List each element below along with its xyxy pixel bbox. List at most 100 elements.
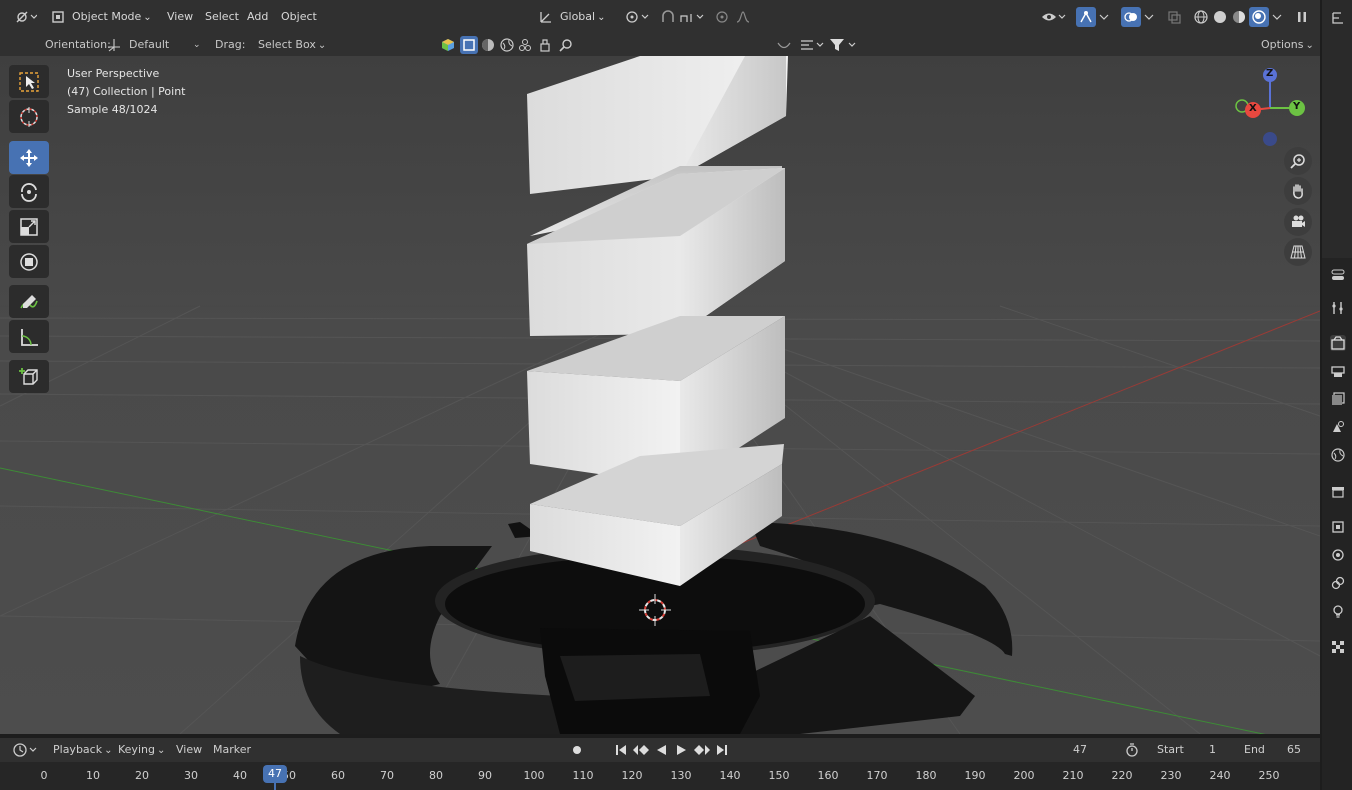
- jump-to-start-icon[interactable]: [614, 743, 628, 757]
- collection-info-label: (47) Collection | Point: [67, 85, 186, 98]
- start-frame-field[interactable]: 1: [1209, 743, 1216, 756]
- xray-toggle-icon[interactable]: [1166, 9, 1182, 25]
- search-icon[interactable]: [558, 37, 574, 53]
- timeline-tick-label: 240: [1209, 769, 1231, 782]
- current-frame-field[interactable]: 47: [1073, 743, 1087, 756]
- object-properties-icon[interactable]: [1330, 519, 1346, 535]
- shading-ball-icon[interactable]: [480, 37, 496, 53]
- rotate-tool-icon[interactable]: [9, 175, 49, 208]
- scene-properties-icon[interactable]: [1330, 419, 1346, 435]
- gizmo-dropdown-icon[interactable]: [1098, 9, 1110, 25]
- snap-target-icon[interactable]: [678, 9, 706, 25]
- pivot-point-icon[interactable]: [622, 9, 650, 25]
- world-icon[interactable]: [499, 37, 515, 53]
- annotate-tool-icon[interactable]: [9, 285, 49, 318]
- scale-tool-icon[interactable]: [9, 210, 49, 243]
- timeline-tick-label: 110: [572, 769, 594, 782]
- visibility-icon[interactable]: [1040, 9, 1068, 25]
- shading-dropdown-icon[interactable]: [1271, 9, 1283, 25]
- pause-render-icon[interactable]: [1294, 9, 1310, 25]
- menu-add[interactable]: Add: [247, 10, 268, 23]
- navigation-gizmo[interactable]: Z Y X: [1230, 64, 1310, 154]
- timeline-menu-marker[interactable]: Marker: [213, 743, 251, 756]
- jump-to-keyframe-forward-icon[interactable]: [693, 743, 711, 757]
- cursor-tool-icon[interactable]: [9, 100, 49, 133]
- 3d-viewport[interactable]: User Perspective (47) Collection | Point…: [0, 56, 1320, 734]
- box-stack: [527, 56, 788, 586]
- render-properties-icon[interactable]: [1330, 335, 1346, 351]
- light-properties-icon[interactable]: [1330, 603, 1346, 619]
- outliner-icon[interactable]: [1330, 10, 1346, 26]
- menu-object[interactable]: Object: [281, 10, 317, 23]
- menu-view[interactable]: View: [167, 10, 193, 23]
- orientation-chevron-icon[interactable]: ⌄: [193, 40, 201, 50]
- timeline-ruler[interactable]: 0 10 20 30 40 50 60 70 80 90 100 110 120 130 140 150 160…: [0, 762, 1320, 790]
- jump-to-end-icon[interactable]: [715, 743, 729, 757]
- move-tool-icon[interactable]: [9, 141, 49, 174]
- constraints-properties-icon[interactable]: [1330, 575, 1346, 591]
- measure-tool-icon[interactable]: [9, 320, 49, 353]
- filter-icon[interactable]: [828, 37, 858, 53]
- add-cube-tool-icon[interactable]: [9, 360, 49, 393]
- proportional-falloff-icon[interactable]: [776, 37, 792, 53]
- timeline-tick-label: 170: [866, 769, 888, 782]
- overlays-dropdown-icon[interactable]: [1143, 9, 1155, 25]
- timeline-tick-label: 90: [478, 769, 492, 782]
- gizmo-toggle-icon[interactable]: [1076, 7, 1096, 27]
- output-properties-icon[interactable]: [1330, 363, 1346, 379]
- timeline-tick-label: 0: [40, 769, 48, 782]
- world-properties-icon[interactable]: [1330, 447, 1346, 463]
- play-icon[interactable]: [675, 743, 689, 757]
- physics-icon[interactable]: [537, 37, 553, 53]
- viewport-scene: [0, 56, 1320, 734]
- tool-properties-icon[interactable]: [1330, 300, 1346, 316]
- texture-properties-icon[interactable]: [1330, 639, 1346, 655]
- timeline-menu-view[interactable]: View: [176, 743, 202, 756]
- collection-properties-icon[interactable]: [1330, 484, 1346, 500]
- properties-editor-icon[interactable]: [1330, 267, 1346, 283]
- timeline-tick-label: 150: [768, 769, 790, 782]
- solid-shading-icon[interactable]: [1212, 9, 1228, 25]
- overlays-toggle-icon[interactable]: [1121, 7, 1141, 27]
- transform-orientation-dropdown[interactable]: Global: [560, 10, 605, 23]
- timeline-tick-label: 190: [964, 769, 986, 782]
- select-box-tool-icon[interactable]: [9, 65, 49, 98]
- jump-to-keyframe-back-icon[interactable]: [632, 743, 650, 757]
- transform-tool-icon[interactable]: [9, 245, 49, 278]
- camera-view-icon[interactable]: [1284, 208, 1312, 236]
- timeline-editor-icon[interactable]: [12, 742, 40, 758]
- rendered-shading-icon[interactable]: [1249, 7, 1269, 27]
- viewport-header: Object Mode View Select Add Object Globa…: [0, 0, 1320, 34]
- playhead-frame-indicator[interactable]: 47: [263, 765, 287, 783]
- mode-dropdown[interactable]: Object Mode: [72, 10, 152, 23]
- timeline-tick-label: 200: [1013, 769, 1035, 782]
- stopwatch-icon[interactable]: [1124, 742, 1140, 758]
- timeline-tick-label: 10: [86, 769, 100, 782]
- proportional-editing-icon[interactable]: [714, 9, 730, 25]
- physics-properties-icon[interactable]: [1330, 547, 1346, 563]
- falloff-icon[interactable]: [735, 9, 751, 25]
- perspective-toggle-icon[interactable]: [1284, 238, 1312, 266]
- orientation-dropdown[interactable]: Default: [129, 38, 201, 51]
- snap-icon[interactable]: [658, 9, 678, 25]
- particles-icon[interactable]: [517, 37, 533, 53]
- gizmo-y-label: Y: [1293, 101, 1301, 112]
- object-types-icon[interactable]: [440, 37, 456, 53]
- wireframe-shading-icon[interactable]: [1193, 9, 1209, 25]
- menu-select[interactable]: Select: [205, 10, 239, 23]
- select-mode-icon[interactable]: [460, 36, 478, 54]
- timeline-menu-keying[interactable]: Keying: [118, 743, 165, 756]
- tool-settings-header: Orientation: Default ⌄ Drag: Select Box …: [0, 34, 1320, 56]
- timeline-menu-playback[interactable]: Playback: [53, 743, 112, 756]
- snapping-element-icon[interactable]: [798, 37, 826, 53]
- pan-hand-icon[interactable]: [1284, 177, 1312, 205]
- material-preview-icon[interactable]: [1231, 9, 1247, 25]
- record-keyframe-icon[interactable]: [571, 743, 583, 757]
- editor-type-icon[interactable]: [14, 9, 38, 25]
- end-frame-field[interactable]: 65: [1287, 743, 1301, 756]
- zoom-icon[interactable]: [1284, 147, 1312, 175]
- options-dropdown[interactable]: Options: [1261, 38, 1314, 51]
- view-layer-icon[interactable]: [1330, 391, 1346, 407]
- drag-dropdown[interactable]: Select Box: [258, 38, 326, 51]
- play-reverse-icon[interactable]: [654, 743, 668, 757]
